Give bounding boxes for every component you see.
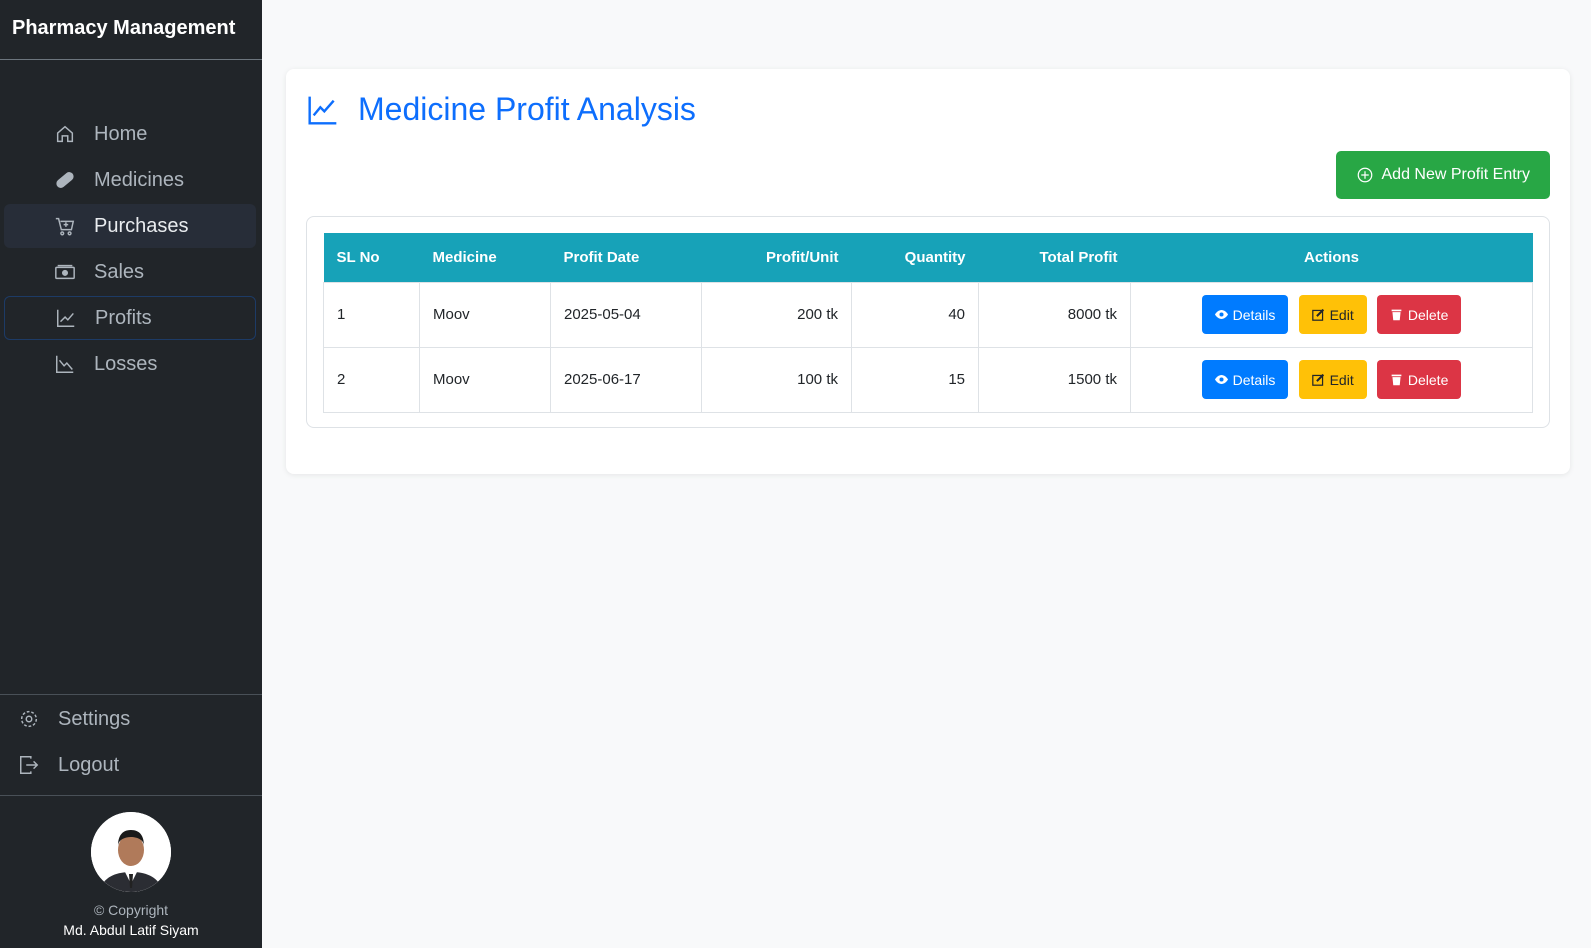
graph-up-icon bbox=[308, 96, 337, 125]
edit-button[interactable]: Edit bbox=[1298, 360, 1367, 399]
sidebar-item-label: Medicines bbox=[94, 168, 185, 191]
sidebar-item-medicines[interactable]: Medicines bbox=[4, 158, 256, 202]
capsule-icon bbox=[56, 172, 74, 188]
cell-total-profit: 8000 tk bbox=[978, 281, 1131, 348]
delete-label: Delete bbox=[1407, 371, 1449, 388]
edit-button[interactable]: Edit bbox=[1298, 295, 1367, 334]
cell-quantity: 15 bbox=[851, 346, 979, 413]
sidebar: Pharmacy Management Home Medicines Purch… bbox=[0, 0, 262, 948]
eye-icon bbox=[1214, 375, 1228, 384]
sidebar-item-label: Home bbox=[94, 122, 148, 145]
author-name: Md. Abdul Latif Siyam bbox=[63, 922, 199, 938]
sidebar-item-purchases[interactable]: Purchases bbox=[4, 204, 256, 248]
cell-profit-unit: 100 tk bbox=[701, 346, 852, 413]
table-row: 1 Moov 2025-05-04 200 tk 40 8000 tk Details E… bbox=[323, 281, 1533, 348]
cart-plus-icon bbox=[55, 217, 75, 236]
cell-quantity: 40 bbox=[851, 281, 979, 348]
logout-icon bbox=[20, 756, 39, 774]
sidebar-item-label: Logout bbox=[58, 753, 120, 776]
cash-icon bbox=[55, 264, 75, 280]
cell-actions: Details Edit Delete bbox=[1130, 281, 1533, 348]
sidebar-item-losses[interactable]: Losses bbox=[4, 342, 256, 386]
edit-label: Edit bbox=[1329, 306, 1354, 323]
graph-down-icon bbox=[56, 355, 74, 373]
cell-profit-unit: 200 tk bbox=[701, 281, 852, 348]
cell-medicine: Moov bbox=[419, 346, 551, 413]
delete-button[interactable]: Delete bbox=[1376, 360, 1462, 399]
edit-icon bbox=[1311, 308, 1324, 321]
brand-title: Pharmacy Management bbox=[0, 0, 262, 60]
home-icon bbox=[56, 125, 74, 143]
cell-total-profit: 1500 tk bbox=[978, 346, 1131, 413]
trash-icon bbox=[1391, 374, 1402, 386]
col-date: Profit Date bbox=[550, 233, 702, 282]
delete-button[interactable]: Delete bbox=[1376, 295, 1462, 334]
sidebar-item-home[interactable]: Home bbox=[4, 112, 256, 156]
sidebar-item-label: Purchases bbox=[94, 214, 189, 237]
profile: © Copyright Md. Abdul Latif Siyam bbox=[0, 795, 262, 938]
sidebar-item-logout[interactable]: Logout bbox=[0, 743, 262, 787]
sidebar-bottom: Settings Logout bbox=[0, 694, 262, 789]
col-total: Total Profit bbox=[978, 233, 1131, 282]
page-title: Medicine Profit Analysis bbox=[306, 91, 696, 128]
col-quantity: Quantity bbox=[851, 233, 979, 282]
table-row: 2 Moov 2025-06-17 100 tk 15 1500 tk Details E… bbox=[323, 346, 1533, 413]
col-medicine: Medicine bbox=[419, 233, 551, 282]
cell-actions: Details Edit Delete bbox=[1130, 346, 1533, 413]
delete-label: Delete bbox=[1407, 306, 1449, 323]
details-button[interactable]: Details bbox=[1201, 295, 1289, 334]
details-button[interactable]: Details bbox=[1201, 360, 1289, 399]
cell-profit-date: 2025-06-17 bbox=[550, 346, 702, 413]
page-title-text: Medicine Profit Analysis bbox=[358, 91, 696, 127]
sidebar-item-label: Profits bbox=[95, 306, 152, 329]
sidebar-item-settings[interactable]: Settings bbox=[0, 697, 262, 741]
sidebar-item-profits[interactable]: Profits bbox=[4, 296, 256, 340]
table-container: SL No Medicine Profit Date Profit/Unit Q… bbox=[306, 216, 1550, 428]
sidebar-item-label: Losses bbox=[94, 352, 158, 375]
col-actions: Actions bbox=[1130, 233, 1533, 282]
trash-icon bbox=[1391, 309, 1402, 321]
graph-up-icon bbox=[57, 309, 75, 327]
cell-medicine: Moov bbox=[419, 281, 551, 348]
gear-icon bbox=[20, 710, 38, 728]
add-label: Add New Profit Entry bbox=[1381, 166, 1531, 183]
sidebar-nav: Home Medicines Purchases Sales Profits L… bbox=[0, 112, 262, 386]
profit-table: SL No Medicine Profit Date Profit/Unit Q… bbox=[323, 233, 1533, 413]
sidebar-item-sales[interactable]: Sales bbox=[4, 250, 256, 294]
copyright: © Copyright bbox=[93, 902, 169, 918]
sidebar-item-label: Sales bbox=[94, 260, 145, 283]
eye-icon bbox=[1214, 310, 1228, 319]
add-profit-entry-button[interactable]: Add New Profit Entry bbox=[1335, 151, 1550, 199]
col-profit-unit: Profit/Unit bbox=[701, 233, 852, 282]
col-sl: SL No bbox=[323, 233, 420, 282]
avatar bbox=[91, 812, 171, 892]
details-label: Details bbox=[1232, 371, 1276, 388]
sidebar-item-label: Settings bbox=[58, 707, 131, 730]
cell-profit-date: 2025-05-04 bbox=[550, 281, 702, 348]
details-label: Details bbox=[1232, 306, 1276, 323]
profit-card: Medicine Profit Analysis Add New Profit … bbox=[286, 69, 1570, 474]
cell-sl-no: 1 bbox=[323, 281, 420, 348]
cell-sl-no: 2 bbox=[323, 346, 420, 413]
edit-label: Edit bbox=[1329, 371, 1354, 388]
plus-circle-icon bbox=[1357, 167, 1372, 183]
edit-icon bbox=[1311, 373, 1324, 386]
